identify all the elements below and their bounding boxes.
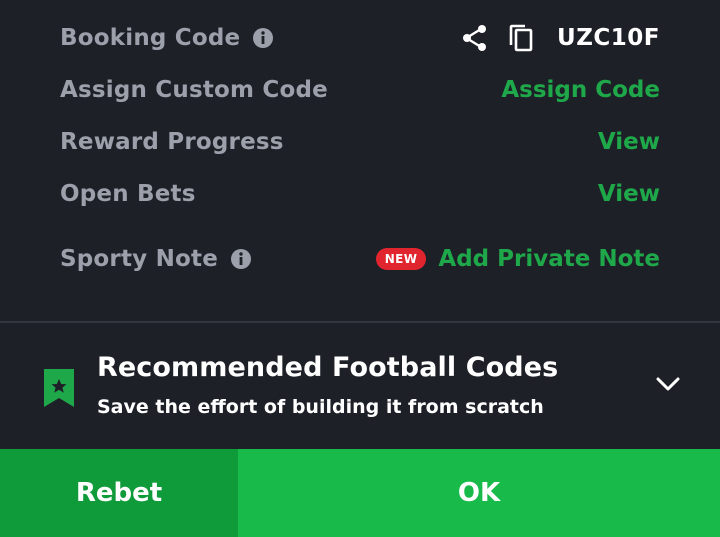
open-bets-label: Open Bets [60, 181, 196, 207]
add-private-note-label: Add Private Note [438, 246, 660, 272]
open-bets-view-link[interactable]: View [598, 181, 660, 207]
copy-icon[interactable] [507, 23, 535, 53]
bet-summary-sheet: Booking Code UZC10F Assign Custom Code A… [0, 0, 720, 537]
booking-code-row: Booking Code UZC10F [60, 18, 660, 58]
reward-progress-label: Reward Progress [60, 129, 284, 155]
custom-code-row: Assign Custom Code Assign Code [60, 70, 660, 110]
booking-code-label-group: Booking Code [60, 25, 274, 51]
recommended-title: Recommended Football Codes [97, 352, 559, 383]
share-icon[interactable] [461, 23, 489, 53]
booking-code-info-icon[interactable] [252, 27, 274, 49]
reward-progress-view-link[interactable]: View [598, 129, 660, 155]
custom-code-label: Assign Custom Code [60, 77, 328, 103]
add-private-note-link[interactable]: NEW Add Private Note [375, 246, 660, 272]
sporty-note-label: Sporty Note [60, 246, 219, 272]
sporty-note-label-group: Sporty Note [60, 246, 252, 272]
recommended-codes-panel[interactable]: Recommended Football Codes Save the effo… [0, 323, 720, 449]
reward-progress-row: Reward Progress View [60, 122, 660, 162]
chevron-down-icon[interactable] [655, 375, 681, 393]
ok-button[interactable]: OK [238, 449, 720, 537]
footer-actions: Rebet OK [0, 449, 720, 537]
booking-code-label: Booking Code [60, 25, 241, 51]
recommended-subtitle: Save the effort of building it from scra… [97, 396, 544, 418]
sporty-note-info-icon[interactable] [230, 248, 252, 270]
sporty-note-row: Sporty Note NEW Add Private Note [60, 239, 660, 279]
new-badge: NEW [375, 248, 427, 270]
assign-code-link[interactable]: Assign Code [501, 77, 660, 103]
rebet-button[interactable]: Rebet [0, 449, 238, 537]
open-bets-row: Open Bets View [60, 174, 660, 214]
bookmark-star-icon [44, 369, 74, 407]
booking-code-value: UZC10F [557, 25, 660, 51]
booking-code-actions: UZC10F [461, 23, 660, 53]
